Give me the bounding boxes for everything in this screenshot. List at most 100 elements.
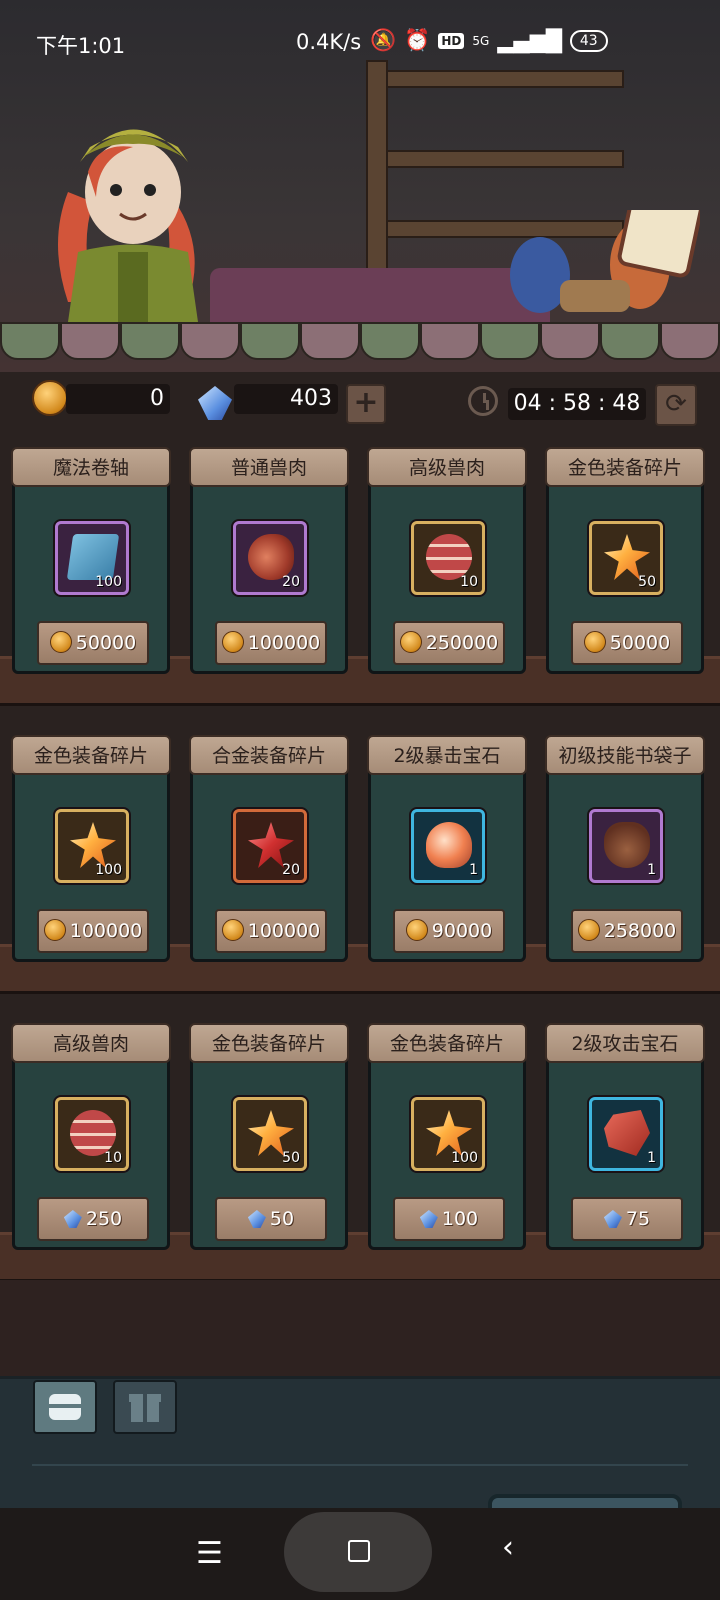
gem-icon bbox=[419, 1210, 438, 1228]
item-count: 100 bbox=[95, 574, 122, 590]
item-price: 75 bbox=[625, 1208, 651, 1230]
status-time: 下午1:01 bbox=[36, 34, 126, 58]
coin-icon bbox=[221, 631, 244, 653]
shop-item-card[interactable]: 初级技能书袋子 1 258000 bbox=[545, 735, 705, 962]
item-price: 50 bbox=[269, 1208, 295, 1230]
item-price: 250000 bbox=[425, 632, 499, 654]
item-price: 100000 bbox=[69, 920, 143, 942]
shop-item-card[interactable]: 2级攻击宝石 1 75 bbox=[545, 1023, 705, 1250]
shelf-back bbox=[0, 1280, 720, 1376]
item-slot[interactable]: 1 bbox=[589, 809, 663, 883]
coin-icon bbox=[32, 380, 68, 416]
battery-icon: 43 bbox=[569, 29, 608, 52]
item-name: 2级攻击宝石 bbox=[545, 1023, 705, 1063]
item-count: 100 bbox=[451, 1150, 478, 1166]
shop-item-card[interactable]: 金色装备碎片 100 100000 bbox=[11, 735, 171, 962]
shop-item-card[interactable]: 高级兽肉 10 250000 bbox=[367, 447, 527, 674]
item-count: 50 bbox=[638, 574, 656, 590]
item-name: 金色装备碎片 bbox=[11, 735, 171, 775]
item-name: 初级技能书袋子 bbox=[545, 735, 705, 775]
shopkeeper-character bbox=[58, 129, 198, 322]
buy-button[interactable]: 75 bbox=[571, 1197, 683, 1241]
status-net-speed: 0.4K/s bbox=[296, 30, 362, 54]
home-button[interactable] bbox=[284, 1512, 432, 1592]
item-slot[interactable]: 20 bbox=[233, 809, 307, 883]
item-price: 258000 bbox=[603, 920, 677, 942]
item-slot[interactable]: 10 bbox=[55, 1097, 129, 1171]
gem-icon bbox=[63, 1210, 82, 1228]
coin-icon bbox=[221, 919, 244, 941]
item-slot[interactable]: 100 bbox=[55, 521, 129, 595]
item-slot[interactable]: 20 bbox=[233, 521, 307, 595]
refresh-shop-button[interactable]: ⟳ bbox=[655, 384, 697, 426]
buy-button[interactable]: 100 bbox=[393, 1197, 505, 1241]
item-count: 20 bbox=[282, 862, 300, 878]
shelf-board bbox=[380, 150, 624, 168]
refresh-timer: 04 : 58 : 48 bbox=[508, 388, 646, 420]
buy-button[interactable]: 90000 bbox=[393, 909, 505, 953]
item-price: 100000 bbox=[247, 632, 321, 654]
item-slot[interactable]: 50 bbox=[233, 1097, 307, 1171]
item-count: 50 bbox=[282, 1150, 300, 1166]
gem-icon bbox=[247, 1210, 266, 1228]
buy-button[interactable]: 100000 bbox=[215, 909, 327, 953]
shelf-board bbox=[380, 70, 624, 88]
alarm-icon: ⏰ bbox=[404, 28, 431, 52]
item-count: 10 bbox=[104, 1150, 122, 1166]
item-slot[interactable]: 100 bbox=[411, 1097, 485, 1171]
item-slot[interactable]: 1 bbox=[411, 809, 485, 883]
shop-item-card[interactable]: 高级兽肉 10 250 bbox=[11, 1023, 171, 1250]
refresh-icon: ⟳ bbox=[665, 389, 687, 419]
item-count: 10 bbox=[460, 574, 478, 590]
coin-icon bbox=[405, 919, 428, 941]
item-name: 魔法卷轴 bbox=[11, 447, 171, 487]
item-name: 金色装备碎片 bbox=[367, 1023, 527, 1063]
item-name: 合金装备碎片 bbox=[189, 735, 349, 775]
add-gems-button[interactable]: + bbox=[346, 384, 386, 424]
item-count: 1 bbox=[469, 862, 478, 878]
item-slot[interactable]: 10 bbox=[411, 521, 485, 595]
coin-icon bbox=[43, 919, 66, 941]
mute-bell-icon: 🔕 bbox=[370, 28, 397, 52]
buy-button[interactable]: 250000 bbox=[393, 621, 505, 665]
item-count: 20 bbox=[282, 574, 300, 590]
shop-item-card[interactable]: 普通兽肉 20 100000 bbox=[189, 447, 349, 674]
back-icon[interactable]: ‹ bbox=[502, 1530, 514, 1565]
shop-item-card[interactable]: 合金装备碎片 20 100000 bbox=[189, 735, 349, 962]
buy-button[interactable]: 250 bbox=[37, 1197, 149, 1241]
buy-button[interactable]: 100000 bbox=[215, 621, 327, 665]
item-name: 高级兽肉 bbox=[367, 447, 527, 487]
signal-5g-icon: 5G bbox=[472, 33, 490, 48]
hd-icon: HD bbox=[438, 32, 465, 49]
redgem-icon bbox=[604, 1110, 650, 1156]
buy-button[interactable]: 258000 bbox=[571, 909, 683, 953]
shop-item-card[interactable]: 魔法卷轴 100 50000 bbox=[11, 447, 171, 674]
item-slot[interactable]: 50 bbox=[589, 521, 663, 595]
item-name: 高级兽肉 bbox=[11, 1023, 171, 1063]
bottom-panel bbox=[0, 1376, 720, 1511]
item-price: 250 bbox=[85, 1208, 123, 1230]
shelf-post bbox=[366, 60, 388, 274]
buy-button[interactable]: 100000 bbox=[37, 909, 149, 953]
menu-icon[interactable]: ☰ bbox=[196, 1536, 223, 1571]
shop-item-card[interactable]: 金色装备碎片 50 50 bbox=[189, 1023, 349, 1250]
tab-shop-chest[interactable] bbox=[33, 1380, 97, 1434]
counter-goods bbox=[510, 210, 700, 313]
shop-item-card[interactable]: 金色装备碎片 50 50000 bbox=[545, 447, 705, 674]
item-slot[interactable]: 1 bbox=[589, 1097, 663, 1171]
buy-button[interactable]: 50000 bbox=[37, 621, 149, 665]
tab-gift[interactable] bbox=[113, 1380, 177, 1434]
shop-item-card[interactable]: 2级暴击宝石 1 90000 bbox=[367, 735, 527, 962]
item-name: 金色装备碎片 bbox=[545, 447, 705, 487]
buy-button[interactable]: 50000 bbox=[571, 621, 683, 665]
buy-button[interactable]: 50 bbox=[215, 1197, 327, 1241]
chest-icon bbox=[49, 1394, 81, 1420]
gem-icon bbox=[426, 822, 472, 868]
coin-icon bbox=[577, 919, 600, 941]
coin-icon bbox=[583, 631, 606, 653]
awning bbox=[0, 322, 720, 362]
shop-item-card[interactable]: 金色装备碎片 100 100 bbox=[367, 1023, 527, 1250]
item-price: 100 bbox=[441, 1208, 479, 1230]
coin-icon bbox=[49, 631, 72, 653]
item-slot[interactable]: 100 bbox=[55, 809, 129, 883]
